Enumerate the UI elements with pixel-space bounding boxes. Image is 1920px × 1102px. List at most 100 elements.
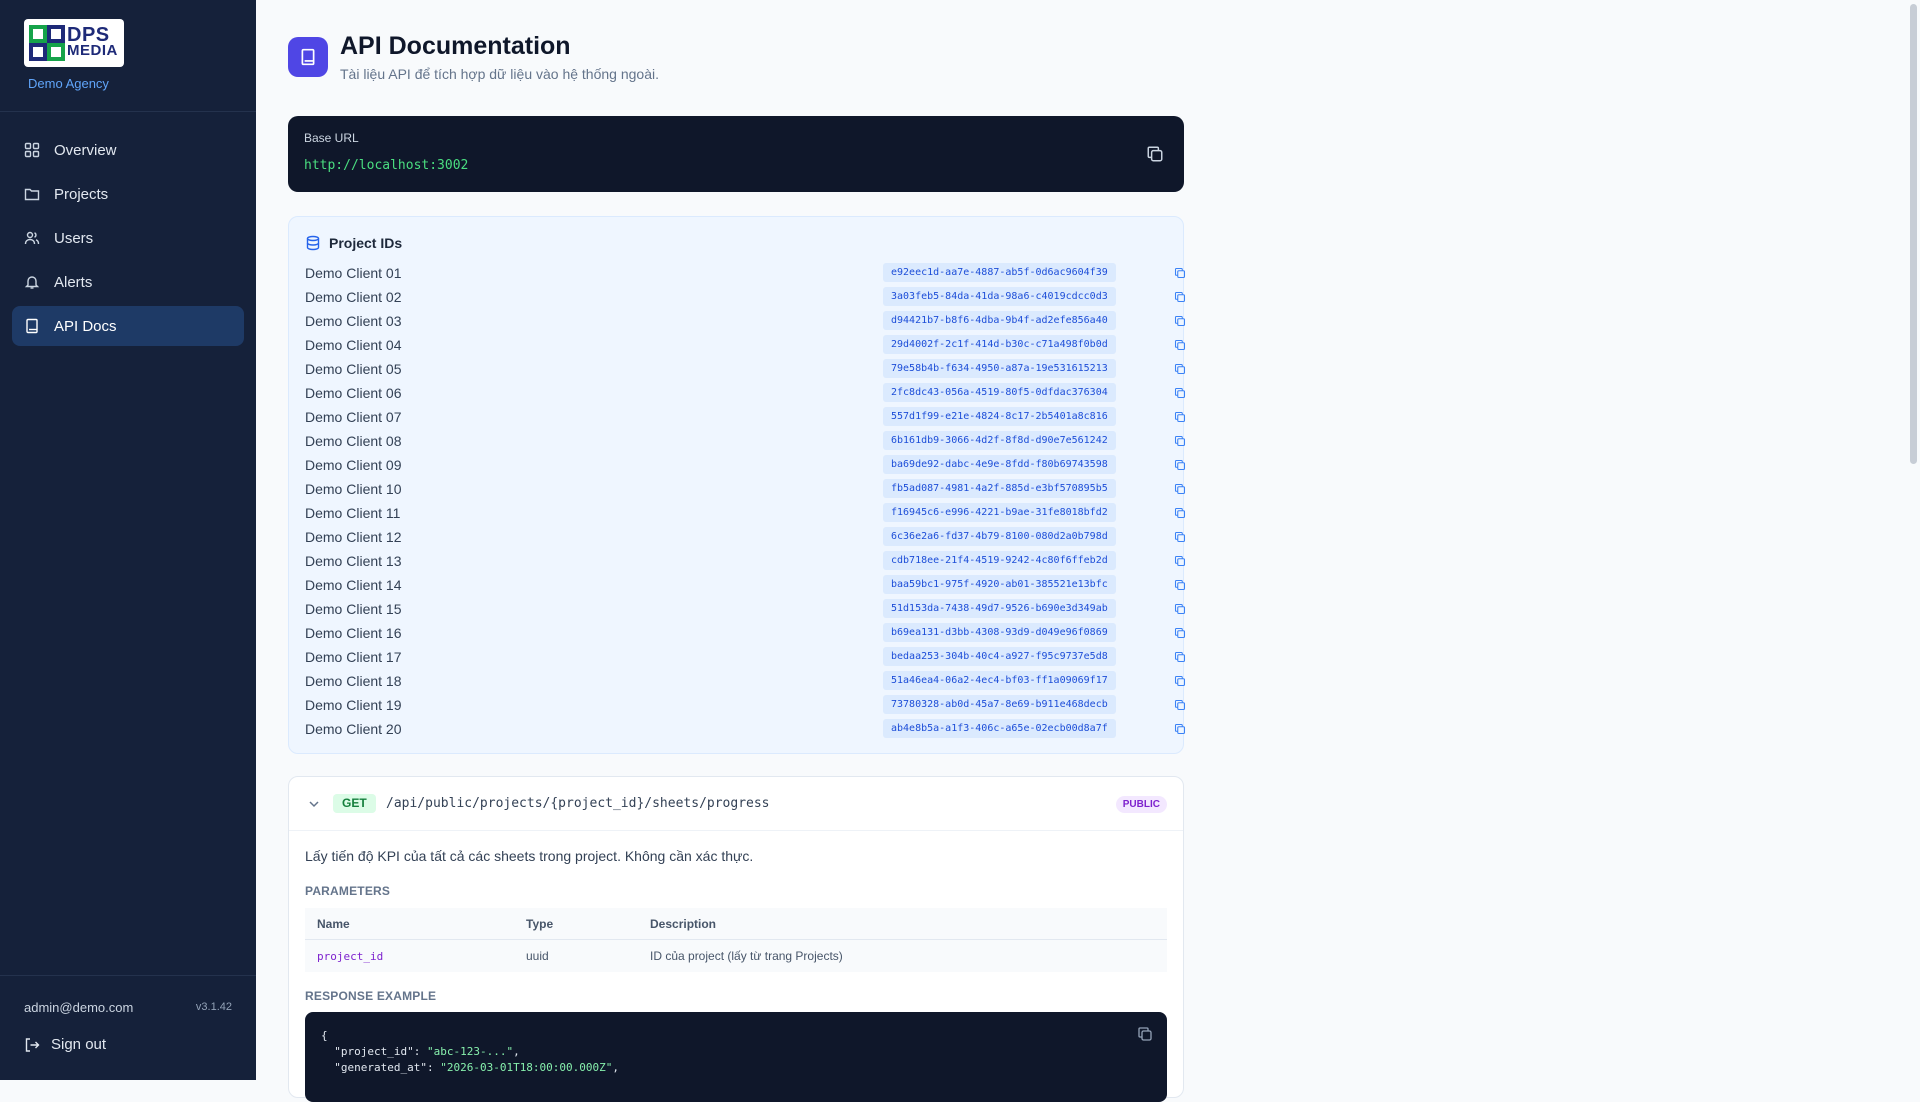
project-name: Demo Client 08 bbox=[305, 433, 402, 449]
project-id-code[interactable]: fb5ad087-4981-4a2f-885d-e3bf570895b5 bbox=[883, 479, 1116, 498]
project-name: Demo Client 18 bbox=[305, 673, 402, 689]
project-name: Demo Client 15 bbox=[305, 601, 402, 617]
project-id-code[interactable]: bedaa253-304b-40c4-a927-f95c9737e5d8 bbox=[883, 647, 1116, 666]
endpoint-path: /api/public/projects/{project_id}/sheets… bbox=[386, 796, 770, 811]
endpoint-header[interactable]: GET /api/public/projects/{project_id}/sh… bbox=[289, 777, 1183, 831]
sidebar-item-projects[interactable]: Projects bbox=[12, 174, 244, 214]
scrollbar-thumb[interactable] bbox=[1910, 4, 1917, 464]
copy-icon[interactable] bbox=[1174, 363, 1186, 375]
copy-icon[interactable] bbox=[1174, 267, 1186, 279]
project-id-row: Demo Client 02 3a03feb5-84da-41da-98a6-c4… bbox=[305, 285, 1186, 309]
copy-icon[interactable] bbox=[1174, 507, 1186, 519]
endpoint-card: GET /api/public/projects/{project_id}/sh… bbox=[288, 776, 1184, 1102]
sidebar-item-label: Alerts bbox=[54, 273, 93, 291]
project-id-code[interactable]: b69ea131-d3bb-4308-93d9-d049e96f0869 bbox=[883, 623, 1116, 642]
brand-area: DPS MEDIA Demo Agency bbox=[0, 0, 256, 112]
response-example-label: RESPONSE EXAMPLE bbox=[305, 989, 437, 1003]
copy-icon[interactable] bbox=[1174, 675, 1186, 687]
sign-out-label: Sign out bbox=[51, 1036, 107, 1053]
chevron-down-icon[interactable] bbox=[307, 797, 321, 811]
column-header-name: Name bbox=[305, 908, 514, 940]
copy-icon[interactable] bbox=[1174, 411, 1186, 423]
project-id-row: Demo Client 11 f16945c6-e996-4221-b9ae-31… bbox=[305, 501, 1186, 525]
copy-icon[interactable] bbox=[1174, 579, 1186, 591]
project-id-code[interactable]: f16945c6-e996-4221-b9ae-31fe8018bfd2 bbox=[883, 503, 1116, 522]
project-id-row: Demo Client 13 cdb718ee-21f4-4519-9242-4c… bbox=[305, 549, 1186, 573]
copy-icon[interactable] bbox=[1174, 531, 1186, 543]
project-id-code[interactable]: 79e58b4b-f634-4950-a87a-19e531615213 bbox=[883, 359, 1116, 378]
project-id-row: Demo Client 01 e92eec1d-aa7e-4887-ab5f-0d… bbox=[305, 261, 1186, 285]
copy-icon[interactable] bbox=[1174, 387, 1186, 399]
project-id-row: Demo Client 05 79e58b4b-f634-4950-a87a-19… bbox=[305, 357, 1186, 381]
project-id-code[interactable]: baa59bc1-975f-4920-ab01-385521e13bfc bbox=[883, 575, 1116, 594]
code-brace: { bbox=[321, 1029, 328, 1042]
project-name: Demo Client 12 bbox=[305, 529, 402, 545]
project-id-code[interactable]: 6c36e2a6-fd37-4b79-8100-080d2a0b798d bbox=[883, 527, 1116, 546]
copy-icon[interactable] bbox=[1174, 291, 1186, 303]
scrollbar[interactable] bbox=[1906, 0, 1920, 1080]
project-id-code[interactable]: e92eec1d-aa7e-4887-ab5f-0d6ac9604f39 bbox=[883, 263, 1116, 282]
user-email: admin@demo.com bbox=[24, 1000, 134, 1015]
param-name: project_id bbox=[305, 939, 514, 972]
project-id-code[interactable]: 51d153da-7438-49d7-9526-b690e3d349ab bbox=[883, 599, 1116, 618]
project-id-row: Demo Client 07 557d1f99-e21e-4824-8c17-2b… bbox=[305, 405, 1186, 429]
copy-icon[interactable] bbox=[1174, 555, 1186, 567]
copy-icon[interactable] bbox=[1174, 315, 1186, 327]
project-id-code[interactable]: 3a03feb5-84da-41da-98a6-c4019cdcc0d3 bbox=[883, 287, 1116, 306]
sidebar-item-label: Projects bbox=[54, 185, 109, 203]
column-header-description: Description bbox=[638, 908, 1167, 940]
dps-media-logo[interactable]: DPS MEDIA bbox=[24, 19, 124, 67]
project-id-row: Demo Client 19 73780328-ab0d-45a7-8e69-b9… bbox=[305, 693, 1186, 717]
project-id-code[interactable]: ba69de92-dabc-4e9e-8fdd-f80b69743598 bbox=[883, 455, 1116, 474]
page-title: API Documentation bbox=[340, 32, 571, 60]
project-id-row: Demo Client 03 d94421b7-b8f6-4dba-9b4f-ad… bbox=[305, 309, 1186, 333]
copy-icon[interactable] bbox=[1174, 483, 1186, 495]
base-url-label: Base URL bbox=[304, 131, 359, 145]
book-icon bbox=[301, 48, 315, 66]
project-name: Demo Client 11 bbox=[305, 505, 401, 521]
code-key: "generated_at" bbox=[334, 1061, 427, 1074]
sidebar-item-users[interactable]: Users bbox=[12, 218, 244, 258]
project-name: Demo Client 03 bbox=[305, 313, 402, 329]
base-url-value[interactable]: http://localhost:3002 bbox=[304, 158, 468, 173]
copy-icon[interactable] bbox=[1174, 435, 1186, 447]
project-id-row: Demo Client 12 6c36e2a6-fd37-4b79-8100-08… bbox=[305, 525, 1186, 549]
sidebar-item-api-docs[interactable]: API Docs bbox=[12, 306, 244, 346]
copy-icon[interactable] bbox=[1174, 627, 1186, 639]
project-id-code[interactable]: 73780328-ab0d-45a7-8e69-b911e468decb bbox=[883, 695, 1116, 714]
project-id-code[interactable]: 51a46ea4-06a2-4ec4-bf03-ff1a09069f17 bbox=[883, 671, 1116, 690]
project-id-row: Demo Client 04 29d4002f-2c1f-414d-b30c-c7… bbox=[305, 333, 1186, 357]
copy-icon[interactable] bbox=[1174, 459, 1186, 471]
endpoint-description: Lấy tiến độ KPI của tất cả các sheets tr… bbox=[305, 848, 754, 864]
code-lines: { "project_id": "abc-123-...", "generate… bbox=[321, 1029, 620, 1074]
sidebar-nav: Overview Projects Users Alerts API Docs bbox=[12, 130, 244, 350]
book-icon bbox=[26, 318, 38, 334]
project-id-code[interactable]: 6b161db9-3066-4d2f-8f8d-d90e7e561242 bbox=[883, 431, 1116, 450]
copy-icon[interactable] bbox=[1174, 651, 1186, 663]
copy-icon[interactable] bbox=[1174, 603, 1186, 615]
project-id-code[interactable]: 557d1f99-e21e-4824-8c17-2b5401a8c816 bbox=[883, 407, 1116, 426]
table-header-row: Name Type Description bbox=[305, 908, 1167, 940]
copy-icon[interactable] bbox=[1174, 723, 1186, 735]
logo-text: DPS MEDIA bbox=[67, 25, 118, 59]
project-id-row: Demo Client 09 ba69de92-dabc-4e9e-8fdd-f8… bbox=[305, 453, 1186, 477]
project-id-code[interactable]: ab4e8b5a-a1f3-406c-a65e-02ecb00d8a7f bbox=[883, 719, 1116, 738]
project-id-row: Demo Client 16 b69ea131-d3bb-4308-93d9-d0… bbox=[305, 621, 1186, 645]
sidebar-item-overview[interactable]: Overview bbox=[12, 130, 244, 170]
project-id-code[interactable]: 29d4002f-2c1f-414d-b30c-c71a498f0b0d bbox=[883, 335, 1116, 354]
copy-icon[interactable] bbox=[1174, 699, 1186, 711]
table-row: project_id uuid ID của project (lấy từ t… bbox=[305, 939, 1167, 972]
project-id-code[interactable]: d94421b7-b8f6-4dba-9b4f-ad2efe856a40 bbox=[883, 311, 1116, 330]
page-icon bbox=[288, 37, 328, 77]
copy-icon[interactable] bbox=[1137, 1026, 1153, 1042]
project-id-row: Demo Client 14 baa59bc1-975f-4920-ab01-38… bbox=[305, 573, 1186, 597]
sidebar-item-alerts[interactable]: Alerts bbox=[12, 262, 244, 302]
sign-out-button[interactable]: Sign out bbox=[24, 1036, 106, 1053]
copy-icon[interactable] bbox=[1146, 145, 1164, 163]
project-name: Demo Client 14 bbox=[305, 577, 402, 593]
copy-icon[interactable] bbox=[1174, 339, 1186, 351]
project-id-code[interactable]: 2fc8dc43-056a-4519-80f5-0dfdac376304 bbox=[883, 383, 1116, 402]
project-name: Demo Client 04 bbox=[305, 337, 402, 353]
project-id-code[interactable]: cdb718ee-21f4-4519-9242-4c80f6ffeb2d bbox=[883, 551, 1116, 570]
folder-icon bbox=[24, 188, 40, 201]
